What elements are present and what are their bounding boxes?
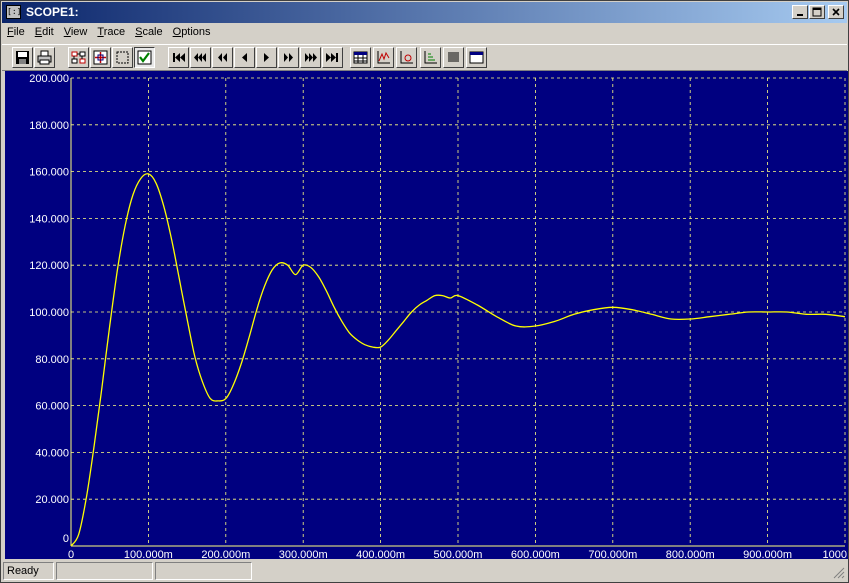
maximize-icon xyxy=(812,7,822,17)
menu-file[interactable]: File xyxy=(2,23,30,42)
minimize-icon xyxy=(797,14,803,16)
minimize-button[interactable] xyxy=(792,5,808,19)
x-tick-label: 700.000m xyxy=(588,549,637,559)
scope-window: [:] SCOPE1: File Edit View Trace Scale O… xyxy=(0,0,849,583)
maximize-button[interactable] xyxy=(809,5,825,19)
status-pane-2 xyxy=(56,562,153,580)
trace-properties-button[interactable] xyxy=(68,47,89,68)
save-icon xyxy=(16,51,29,64)
x-tick-label: 0 xyxy=(68,549,74,559)
axis-button[interactable] xyxy=(420,47,441,68)
y-tick-label: 160.000 xyxy=(29,167,69,179)
scope-app-icon[interactable]: [:] xyxy=(6,5,21,19)
status-pane-3 xyxy=(155,562,252,580)
last-icon xyxy=(326,53,338,62)
window-title: SCOPE1: xyxy=(26,5,79,19)
fast-back-icon xyxy=(194,53,206,62)
menu-edit[interactable]: Edit xyxy=(30,23,59,42)
y-tick-label: 200.000 xyxy=(29,73,69,85)
table-icon xyxy=(353,51,368,64)
save-button[interactable] xyxy=(12,47,33,68)
y-tick-label: 0 xyxy=(63,533,69,545)
status-text: Ready xyxy=(3,562,54,580)
fast-forward-button[interactable] xyxy=(300,47,321,68)
list-icon xyxy=(448,52,459,62)
table-button[interactable] xyxy=(350,47,371,68)
window-icon xyxy=(469,51,484,64)
fast-back-button[interactable] xyxy=(190,47,211,68)
step-back-icon xyxy=(242,53,247,62)
log-scale-icon xyxy=(400,51,413,64)
x-tick-label: 800.000m xyxy=(666,549,715,559)
line-trace-button[interactable] xyxy=(373,47,394,68)
toolbar xyxy=(2,44,847,71)
zoom-fit-icon xyxy=(93,50,108,65)
x-tick-label: 200.000m xyxy=(201,549,250,559)
menu-view[interactable]: View xyxy=(59,23,93,42)
list-button[interactable] xyxy=(443,47,464,68)
back-button[interactable] xyxy=(212,47,233,68)
close-button[interactable] xyxy=(828,5,844,19)
close-icon xyxy=(832,8,840,16)
y-tick-label: 20.000 xyxy=(35,494,69,506)
x-tick-label: 500.000m xyxy=(434,549,483,559)
y-tick-label: 80.000 xyxy=(35,354,69,366)
scope-chart[interactable]: 0 20.000 40.000 60.000 80.000 100.000 120.000 1… xyxy=(5,71,848,561)
title-bar[interactable]: [:] SCOPE1: xyxy=(2,2,847,23)
trace-properties-icon xyxy=(71,51,86,64)
scope-plot[interactable]: 0 20.000 40.000 60.000 80.000 100.000 120.000 1… xyxy=(5,71,848,561)
y-tick-label: 40.000 xyxy=(35,447,69,459)
print-button[interactable] xyxy=(34,47,55,68)
first-icon xyxy=(173,53,185,62)
zoom-fit-button[interactable] xyxy=(90,47,111,68)
menu-trace[interactable]: Trace xyxy=(92,23,130,42)
line-trace-icon xyxy=(377,51,390,64)
zoom-area-button[interactable] xyxy=(112,47,133,68)
y-tick-label: 120.000 xyxy=(29,260,69,272)
step-forward-icon xyxy=(264,53,269,62)
resize-grip-icon[interactable] xyxy=(833,567,845,579)
menu-bar: File Edit View Trace Scale Options xyxy=(2,23,847,42)
last-button[interactable] xyxy=(322,47,343,68)
x-tick-label: 1000 xyxy=(823,549,847,559)
check-traces-button[interactable] xyxy=(134,47,155,68)
y-tick-label: 140.000 xyxy=(29,213,69,225)
y-tick-label: 60.000 xyxy=(35,401,69,413)
menu-options[interactable]: Options xyxy=(168,23,216,42)
back-icon xyxy=(218,53,227,62)
x-tick-label: 100.000m xyxy=(124,549,173,559)
x-tick-label: 600.000m xyxy=(511,549,560,559)
forward-button[interactable] xyxy=(278,47,299,68)
forward-icon xyxy=(284,53,293,62)
axis-icon xyxy=(424,51,437,64)
y-tick-label: 100.000 xyxy=(29,307,69,319)
y-tick-label: 180.000 xyxy=(29,120,69,132)
menu-scale[interactable]: Scale xyxy=(130,23,168,42)
check-traces-icon xyxy=(137,50,152,65)
x-tick-label: 400.000m xyxy=(356,549,405,559)
zoom-area-icon xyxy=(116,51,129,64)
status-bar: Ready xyxy=(2,561,847,581)
window-controls xyxy=(791,5,844,19)
print-icon xyxy=(37,50,52,65)
window-button[interactable] xyxy=(466,47,487,68)
step-forward-button[interactable] xyxy=(256,47,277,68)
first-button[interactable] xyxy=(168,47,189,68)
x-tick-label: 300.000m xyxy=(279,549,328,559)
fast-forward-icon xyxy=(305,53,317,62)
x-tick-label: 900.000m xyxy=(743,549,792,559)
step-back-button[interactable] xyxy=(234,47,255,68)
log-scale-button[interactable] xyxy=(396,47,417,68)
